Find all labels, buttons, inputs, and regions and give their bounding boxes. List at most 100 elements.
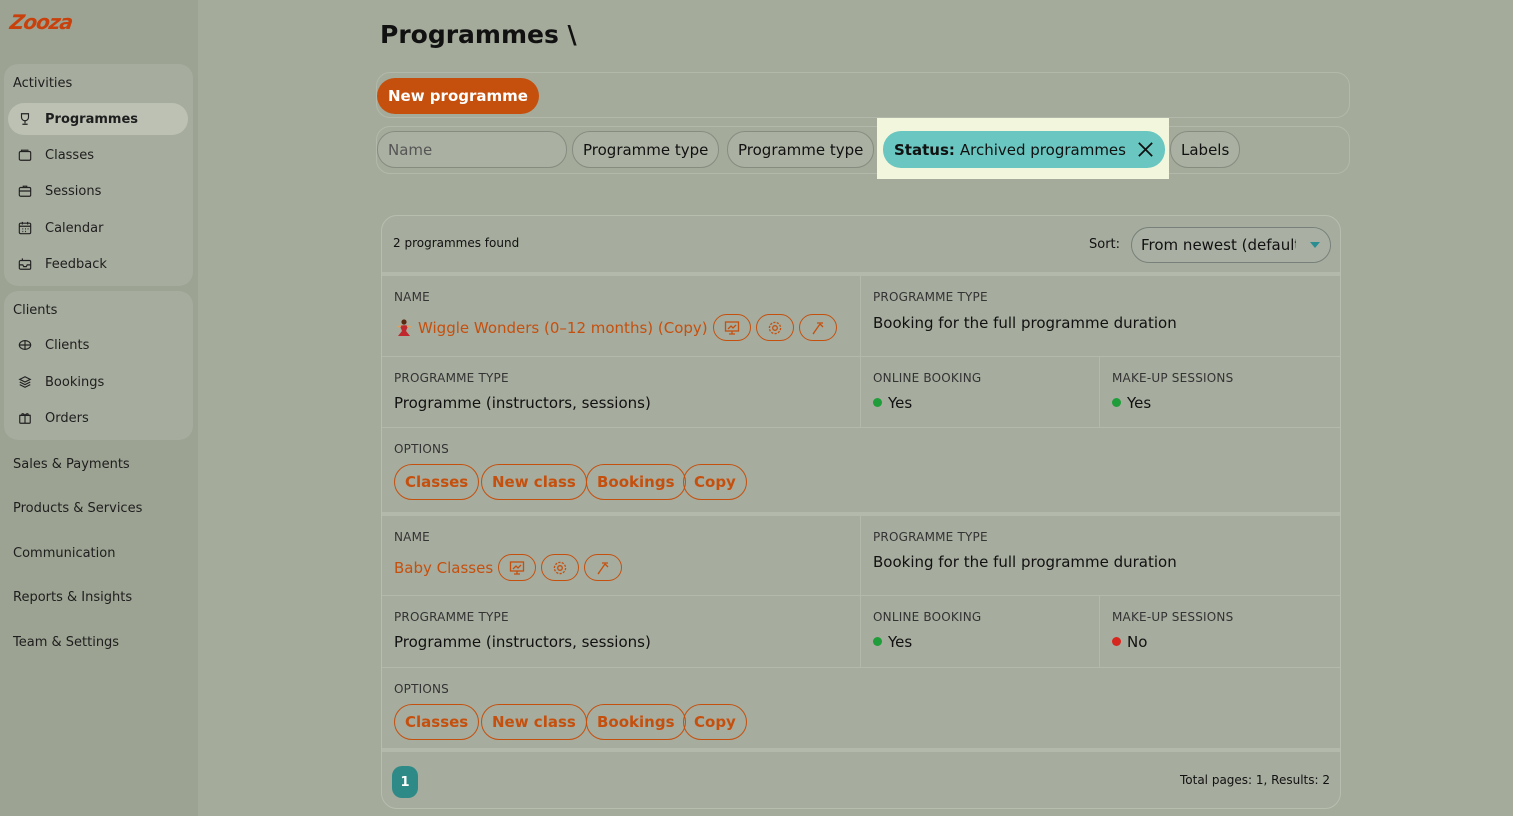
gear-icon (553, 561, 567, 574)
ptype-label: PROGRAMME TYPE (394, 371, 509, 385)
options-cell: OPTIONS Classes New class Bookings Copy (382, 428, 1340, 512)
programme-name-link[interactable]: Baby Classes (394, 559, 493, 577)
sidebar-item-label: Sessions (45, 183, 102, 199)
nav-group-clients: Clients Clients Bookings Orders (4, 291, 193, 440)
makeup-text: Yes (1127, 394, 1152, 412)
users-icon (17, 337, 33, 353)
new-class-button[interactable]: New class (481, 464, 587, 500)
bookings-button[interactable]: Bookings (586, 464, 686, 500)
inbox-icon (17, 256, 33, 272)
online-booking-value: Yes (873, 394, 912, 412)
sidebar-item-label: Calendar (45, 220, 104, 236)
programme-name: Baby Classes (394, 554, 623, 581)
type-cell: PROGRAMME TYPE Booking for the full prog… (861, 276, 1340, 357)
tools-button[interactable] (798, 314, 837, 341)
online-booking-value: Yes (873, 633, 912, 651)
sidebar-item-communication[interactable]: Communication (13, 546, 115, 561)
copy-button[interactable]: Copy (683, 704, 747, 740)
chevron-down-icon (1310, 242, 1320, 248)
options-label: OPTIONS (394, 442, 449, 456)
settings-button[interactable] (541, 554, 580, 581)
nav-group-title: Clients (13, 303, 58, 318)
type-label: PROGRAMME TYPE (873, 290, 988, 304)
name-filter-input[interactable] (377, 131, 567, 168)
classes-button[interactable]: Classes (394, 464, 480, 500)
programme-row: NAME Baby Classes PROGRAMME TYPE Booking… (382, 512, 1340, 754)
ptype-cell: PROGRAMME TYPE Programme (instructors, s… (382, 357, 861, 428)
page-title: Programmes \ (380, 20, 577, 49)
sidebar-item-label: Feedback (45, 256, 107, 272)
trophy-icon (17, 111, 33, 127)
sidebar-item-calendar[interactable]: Calendar (8, 212, 188, 244)
status-dot (1112, 637, 1121, 646)
new-programme-button[interactable]: New programme (377, 78, 539, 114)
status-filter-key: Status: (894, 140, 955, 159)
programme-name: Wiggle Wonders (0–12 months) (Copy) (394, 314, 837, 341)
programme-type-filter-2[interactable]: Programme type (727, 131, 875, 168)
page-number-button[interactable]: 1 (392, 766, 418, 798)
zooza-logo[interactable]: Zooza (8, 10, 73, 36)
close-icon[interactable] (1136, 140, 1155, 159)
programme-name-link[interactable]: Wiggle Wonders (0–12 months) (Copy) (418, 319, 708, 337)
sidebar-item-reports-insights[interactable]: Reports & Insights (13, 590, 132, 605)
sidebar-item-clients[interactable]: Clients (8, 329, 188, 361)
sidebar-item-label: Orders (45, 410, 89, 426)
name-label: NAME (394, 290, 430, 304)
presentation-button[interactable] (498, 554, 537, 581)
briefcase-icon (17, 183, 33, 199)
sidebar-item-team-settings[interactable]: Team & Settings (13, 635, 119, 650)
status-filter-value: Archived programmes (959, 140, 1126, 159)
sidebar-item-sessions[interactable]: Sessions (8, 175, 188, 207)
programme-row: NAME Wiggle Wonders (0–12 months) (Copy)… (382, 272, 1340, 512)
online-booking-cell: ONLINE BOOKING Yes (861, 596, 1100, 668)
tools-icon (812, 321, 824, 334)
ptype-value: Programme (instructors, sessions) (394, 633, 651, 651)
sort-value: From newest (default) (1141, 236, 1307, 254)
folder-icon (17, 147, 33, 163)
sidebar-item-label: Classes (45, 147, 94, 163)
online-booking-cell: ONLINE BOOKING Yes (861, 357, 1100, 428)
sort-label: Sort: (1089, 237, 1121, 252)
sort-select[interactable]: From newest (default) (1131, 227, 1331, 263)
ptype-cell: PROGRAMME TYPE Programme (instructors, s… (382, 596, 861, 668)
name-cell: NAME Baby Classes (382, 516, 861, 596)
sidebar-item-bookings[interactable]: Bookings (8, 366, 188, 398)
sidebar-item-classes[interactable]: Classes (8, 139, 188, 171)
sidebar-item-products-services[interactable]: Products & Services (13, 501, 142, 516)
copy-button[interactable]: Copy (683, 464, 747, 500)
results-count: 2 programmes found (393, 236, 520, 250)
online-booking-label: ONLINE BOOKING (873, 371, 982, 385)
sidebar-item-orders[interactable]: Orders (8, 402, 188, 434)
tools-icon (597, 561, 609, 574)
online-booking-label: ONLINE BOOKING (873, 610, 982, 624)
sidebar-item-feedback[interactable]: Feedback (8, 248, 188, 280)
online-booking-text: Yes (888, 394, 913, 412)
gear-icon (768, 321, 781, 334)
nav-group-title: Activities (13, 76, 73, 91)
name-cell: NAME Wiggle Wonders (0–12 months) (Copy) (382, 276, 861, 357)
makeup-value: No (1112, 633, 1147, 651)
makeup-label: MAKE-UP SESSIONS (1112, 371, 1234, 385)
makeup-cell: MAKE-UP SESSIONS Yes (1100, 357, 1340, 428)
presentation-button[interactable] (712, 314, 751, 341)
tools-button[interactable] (584, 554, 623, 581)
status-dot (1112, 398, 1121, 407)
new-class-button[interactable]: New class (481, 704, 587, 740)
pagination-totals: Total pages: 1, Results: 2 (1179, 773, 1330, 787)
presentation-icon (724, 320, 739, 335)
settings-button[interactable] (755, 314, 794, 341)
status-filter-pill[interactable]: Status: Archived programmes (883, 131, 1165, 168)
sidebar-item-programmes[interactable]: Programmes (8, 103, 188, 135)
sidebar-item-sales-payments[interactable]: Sales & Payments (13, 457, 130, 472)
bookings-button[interactable]: Bookings (586, 704, 686, 740)
type-value: Booking for the full programme duration (873, 553, 1177, 571)
nav-group-activities: Activities Programmes Classes Sessions C… (4, 64, 193, 286)
layers-icon (17, 374, 33, 390)
programme-type-filter[interactable]: Programme type (572, 131, 720, 168)
classes-button[interactable]: Classes (394, 704, 480, 740)
sidebar-item-label: Programmes (45, 111, 139, 127)
type-cell: PROGRAMME TYPE Booking for the full prog… (861, 516, 1340, 596)
type-label: PROGRAMME TYPE (873, 530, 988, 544)
dancer-emoji-icon (396, 318, 412, 336)
labels-filter[interactable]: Labels (1170, 131, 1241, 168)
